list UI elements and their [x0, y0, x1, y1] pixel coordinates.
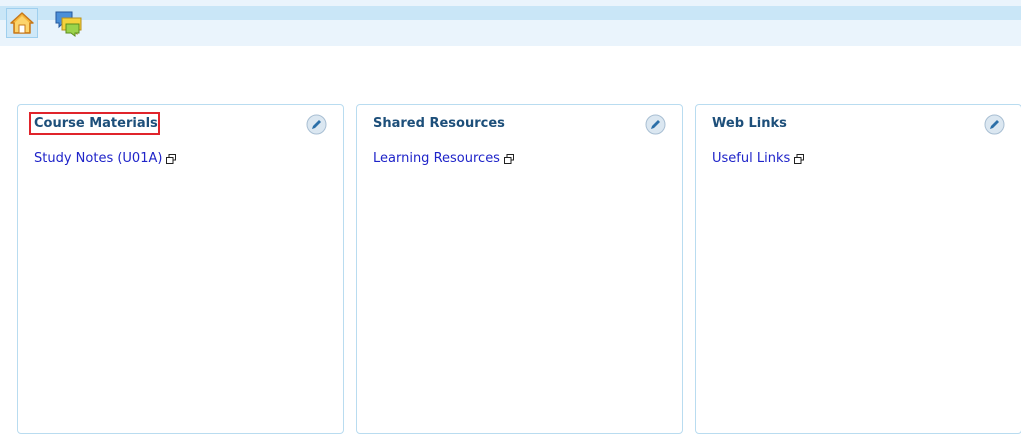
chat-button[interactable]	[53, 8, 85, 38]
link-label: Learning Resources	[373, 151, 500, 166]
pencil-icon[interactable]	[306, 114, 327, 135]
panel-title: Shared Resources	[373, 116, 505, 131]
pencil-icon[interactable]	[984, 114, 1005, 135]
panel-title: Web Links	[712, 116, 787, 131]
toolbar-stripe	[0, 6, 1021, 20]
external-window-icon	[166, 153, 177, 164]
shared-resources-panel: Shared Resources Learning Resources	[356, 104, 683, 434]
learning-resources-link[interactable]: Learning Resources	[373, 151, 514, 166]
home-button[interactable]	[6, 8, 38, 38]
study-notes-link[interactable]: Study Notes (U01A)	[34, 151, 177, 166]
useful-links-link[interactable]: Useful Links	[712, 151, 805, 166]
link-label: Useful Links	[712, 151, 791, 166]
top-toolbar	[0, 0, 1021, 46]
pencil-icon[interactable]	[645, 114, 666, 135]
external-window-icon	[794, 153, 805, 164]
home-icon	[10, 12, 34, 34]
web-links-panel: Web Links Useful Links	[695, 104, 1021, 434]
link-label: Study Notes (U01A)	[34, 151, 163, 166]
chat-bubbles-icon	[55, 11, 82, 37]
panel-title: Course Materials	[34, 116, 158, 131]
external-window-icon	[503, 153, 514, 164]
course-materials-panel: Course Materials Study Notes (U01A)	[17, 104, 344, 434]
